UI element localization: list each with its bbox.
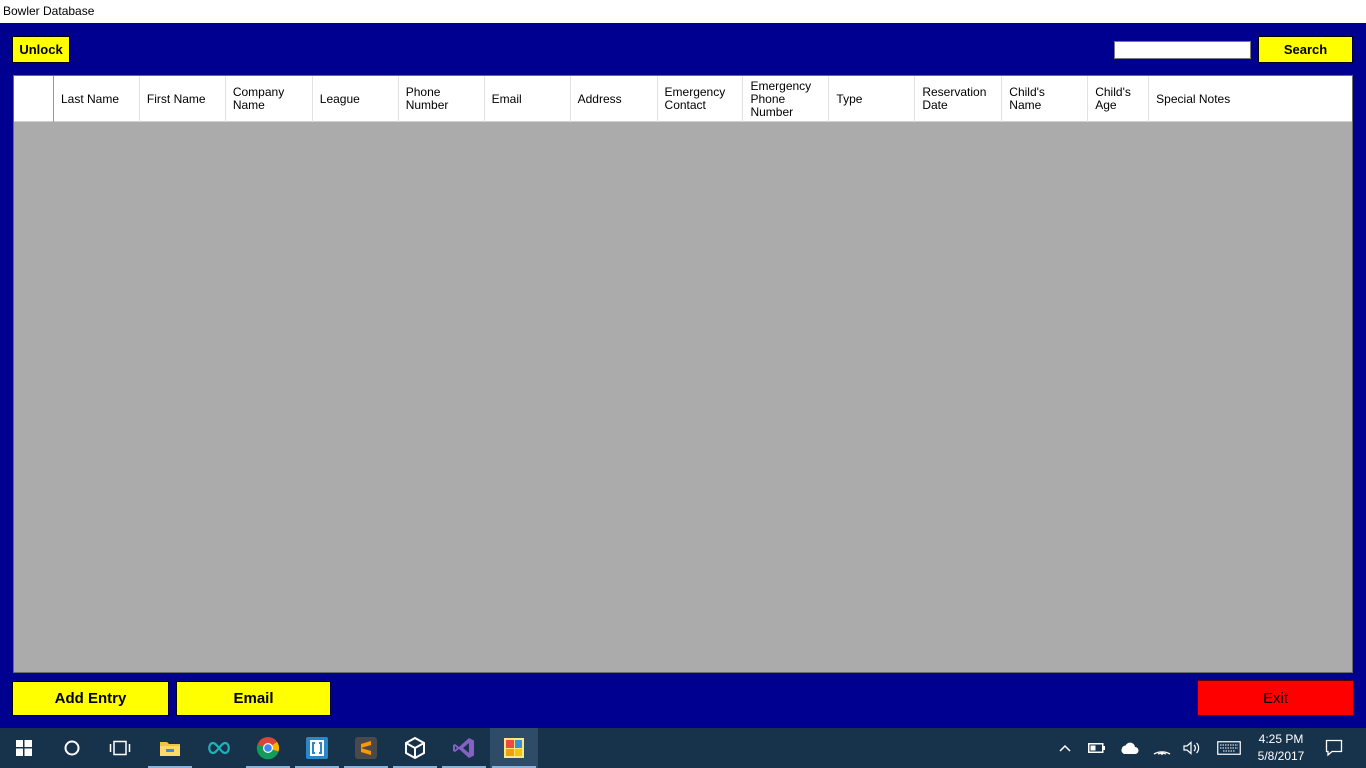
column-header-email[interactable]: Email [485,76,571,122]
cortana-icon[interactable] [48,728,96,768]
column-header-type[interactable]: Type [829,76,916,122]
row-header-corner[interactable] [14,76,54,122]
app-window: Unlock Search Last Name First Name Compa… [0,23,1366,728]
unity-icon[interactable] [391,728,439,768]
column-header-league[interactable]: League [313,76,399,122]
unlock-button[interactable]: Unlock [12,36,70,63]
arduino-icon[interactable] [195,728,243,768]
show-hidden-icons-chevron-icon[interactable] [1054,728,1076,768]
volume-icon[interactable] [1180,728,1204,768]
task-view-icon[interactable] [96,728,144,768]
grid-body-empty-area[interactable] [14,122,1352,672]
window-title: Bowler Database [3,4,95,18]
column-header-last-name[interactable]: Last Name [54,76,140,122]
windows-taskbar: 4:25 PM 5/8/2017 [0,728,1366,768]
brackets-icon[interactable] [293,728,341,768]
onedrive-cloud-icon[interactable] [1117,728,1141,768]
column-header-first-name[interactable]: First Name [140,76,226,122]
file-explorer-icon[interactable] [146,728,194,768]
column-header-phone-number[interactable]: Phone Number [399,76,485,122]
system-clock[interactable]: 4:25 PM 5/8/2017 [1248,731,1314,767]
windows-start-icon[interactable] [0,728,48,768]
battery-icon[interactable] [1085,728,1109,768]
exit-button[interactable]: Exit [1197,680,1354,716]
search-button[interactable]: Search [1258,36,1353,63]
email-button[interactable]: Email [176,681,331,716]
touch-keyboard-icon[interactable] [1214,728,1244,768]
visual-studio-icon[interactable] [440,728,488,768]
chrome-icon[interactable] [244,728,292,768]
bowler-data-grid[interactable]: Last Name First Name Company Name League… [13,75,1353,673]
column-header-childs-age[interactable]: Child's Age [1088,76,1150,122]
column-header-special-notes[interactable]: Special Notes [1149,76,1352,122]
sublime-text-icon[interactable] [342,728,390,768]
search-input[interactable] [1114,41,1251,59]
grid-header: Last Name First Name Company Name League… [14,76,1352,122]
column-header-address[interactable]: Address [571,76,658,122]
winforms-app-icon[interactable] [490,728,538,768]
column-header-childs-name[interactable]: Child's Name [1002,76,1089,122]
clock-time: 4:25 PM [1258,732,1304,746]
add-entry-button[interactable]: Add Entry [12,681,169,716]
title-bar: Bowler Database [0,0,1366,23]
column-header-emergency-contact[interactable]: Emergency Contact [658,76,744,122]
clock-date: 5/8/2017 [1257,749,1305,763]
action-center-icon[interactable] [1322,728,1346,768]
column-header-emergency-phone-number[interactable]: Emergency Phone Number [743,76,830,122]
wifi-icon[interactable] [1150,728,1174,768]
column-header-reservation-date[interactable]: Reservation Date [915,76,1003,122]
column-header-company-name[interactable]: Company Name [226,76,313,122]
